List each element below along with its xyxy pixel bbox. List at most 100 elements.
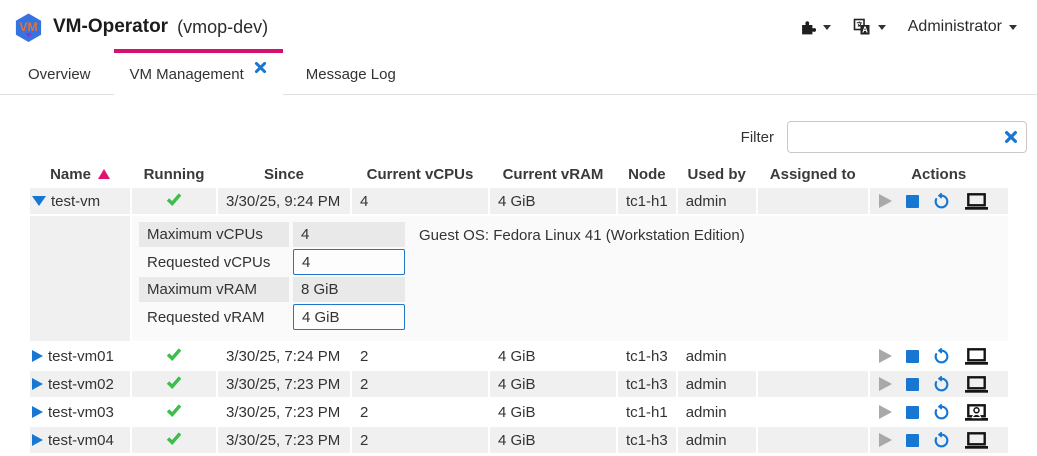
current-vcpus-cell: 2 [352,371,488,397]
user-menu-button[interactable]: Administrator [904,15,1021,39]
language-menu-button[interactable]: A [849,15,890,39]
user-menu-label: Administrator [908,18,1002,36]
start-button[interactable] [879,405,892,419]
maximum-vram-value: 8 GiB [293,277,405,302]
svg-text:VM: VM [19,19,37,33]
top-bar: VM VM-Operator (vmop-dev) A [0,0,1037,49]
node-cell: tc1-h1 [618,188,676,214]
chevron-down-icon [823,25,831,30]
current-vcpus-cell: 2 [352,399,488,425]
column-header-current-vcpus[interactable]: Current vCPUs [352,162,488,186]
puzzle-icon [799,19,816,36]
filter-row: Filter [0,121,1027,153]
start-button[interactable] [879,194,892,208]
vm-row: test-vm043/30/25, 7:23 PM24 GiBtc1-h3adm… [30,427,1008,453]
vm-table: Name Running Since Current vCPUs Current… [28,160,1010,455]
expand-row-icon[interactable] [32,406,43,418]
filter-input[interactable] [787,121,1027,153]
expand-row-icon[interactable] [32,350,43,362]
assigned-to-cell [758,371,868,397]
start-button[interactable] [879,349,892,363]
column-header-actions: Actions [870,162,1008,186]
maximum-vcpus-value: 4 [293,222,405,247]
console-button[interactable] [964,348,989,365]
requested-vram-input[interactable] [293,304,405,330]
column-header-used-by[interactable]: Used by [678,162,756,186]
running-check-icon [166,404,182,421]
tab-label: VM Management [130,66,244,83]
play-icon [879,194,892,208]
filter-label: Filter [741,129,774,146]
assigned-to-cell [758,399,868,425]
reset-button[interactable] [933,376,950,393]
stop-button[interactable] [906,378,919,391]
used-by-cell: admin [678,188,756,214]
current-vcpus-cell: 4 [352,188,488,214]
collapse-row-icon[interactable] [32,196,46,206]
stop-icon [906,378,919,391]
tab-bar: Overview VM Management Message Log [0,49,1037,95]
vm-table-body: test-vm3/30/25, 9:24 PM44 GiBtc1-h1admin… [30,188,1008,453]
filter-clear-icon[interactable] [1004,130,1018,144]
expand-row-icon[interactable] [32,434,43,446]
stop-button[interactable] [906,350,919,363]
console-button[interactable] [964,404,989,421]
column-header-current-vram[interactable]: Current vRAM [490,162,616,186]
console-button[interactable] [964,432,989,449]
column-header-since[interactable]: Since [218,162,350,186]
start-button[interactable] [879,377,892,391]
sort-ascending-icon [98,169,110,179]
current-vram-cell: 4 GiB [490,343,616,369]
maximum-vcpus-label: Maximum vCPUs [139,222,289,247]
vm-name: test-vm [51,193,100,210]
reset-button[interactable] [933,348,950,365]
current-vcpus-cell: 2 [352,427,488,453]
reset-button[interactable] [933,193,950,210]
since-cell: 3/30/25, 7:23 PM [218,427,350,453]
assigned-to-cell [758,188,868,214]
since-cell: 3/30/25, 7:23 PM [218,371,350,397]
components-menu-button[interactable] [795,16,835,39]
vm-detail-table: Maximum vCPUs4Requested vCPUsMaximum vRA… [135,220,409,332]
node-cell: tc1-h3 [618,371,676,397]
play-icon [879,349,892,363]
console-button[interactable] [964,193,989,210]
column-header-node[interactable]: Node [618,162,676,186]
node-cell: tc1-h3 [618,427,676,453]
stop-button[interactable] [906,195,919,208]
running-check-icon [166,376,182,393]
assigned-to-cell [758,427,868,453]
stop-icon [906,406,919,419]
tab-close-icon[interactable] [254,61,267,74]
stop-icon [906,350,919,363]
stop-button[interactable] [906,434,919,447]
assigned-to-cell [758,343,868,369]
tab-message-log[interactable]: Message Log [288,49,414,95]
maximum-vram-label: Maximum vRAM [139,277,289,302]
since-cell: 3/30/25, 7:23 PM [218,399,350,425]
requested-vcpus-input[interactable] [293,249,405,275]
vm-row: test-vm3/30/25, 9:24 PM44 GiBtc1-h1admin [30,188,1008,214]
used-by-cell: admin [678,343,756,369]
tab-overview[interactable]: Overview [10,49,109,95]
column-header-running[interactable]: Running [132,162,216,186]
stop-button[interactable] [906,406,919,419]
reset-button[interactable] [933,432,950,449]
app-logo-icon: VM [13,12,44,43]
tab-vm-management[interactable]: VM Management [114,49,283,95]
column-header-assigned-to[interactable]: Assigned to [758,162,868,186]
current-vcpus-cell: 2 [352,343,488,369]
tab-label: Message Log [306,66,396,83]
reset-button[interactable] [933,404,950,421]
start-button[interactable] [879,433,892,447]
expand-row-icon[interactable] [32,378,43,390]
current-vram-cell: 4 GiB [490,371,616,397]
vm-name: test-vm01 [48,348,114,365]
stop-icon [906,195,919,208]
node-cell: tc1-h3 [618,343,676,369]
console-button[interactable] [964,376,989,393]
table-header-row: Name Running Since Current vCPUs Current… [30,162,1008,186]
column-header-name[interactable]: Name [30,162,130,186]
chevron-down-icon [1009,25,1017,30]
vm-row: test-vm013/30/25, 7:24 PM24 GiBtc1-h3adm… [30,343,1008,369]
